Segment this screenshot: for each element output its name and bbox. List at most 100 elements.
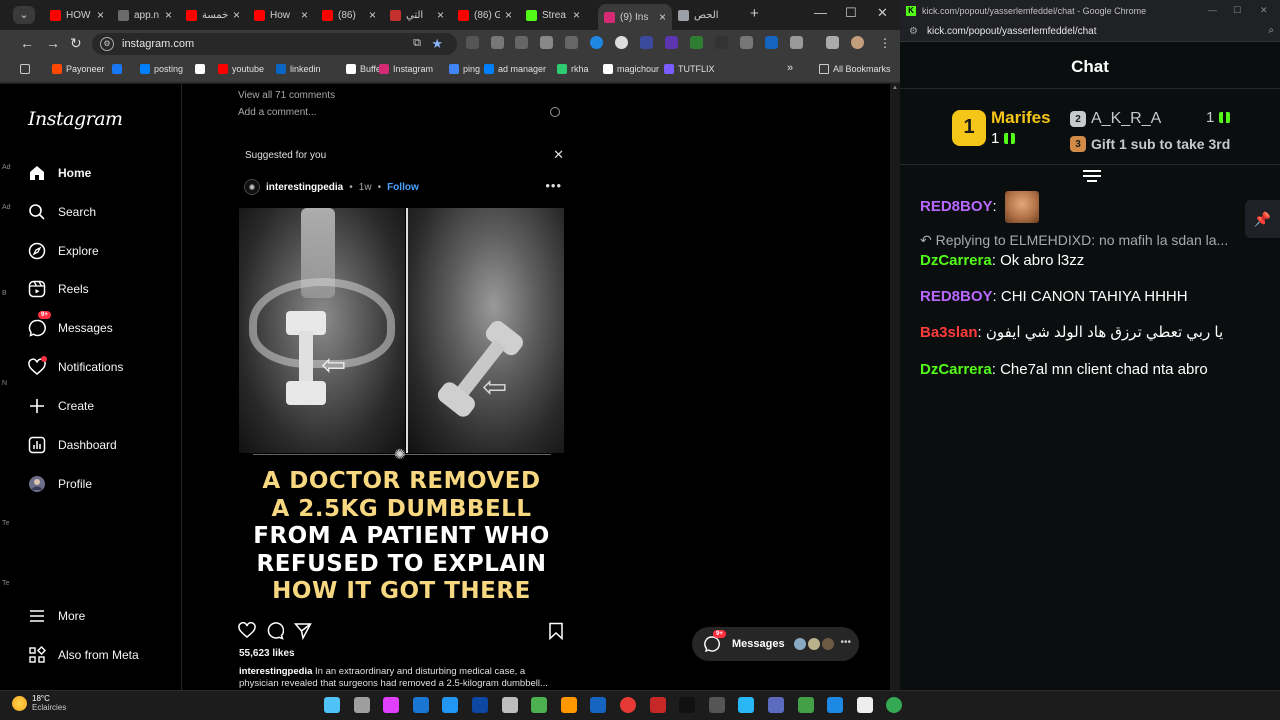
minimize-icon[interactable]: — xyxy=(814,5,827,20)
sidebar-item-also-from-meta[interactable]: Also from Meta xyxy=(28,643,139,667)
more-bookmarks-button[interactable]: » xyxy=(787,62,793,74)
app-icon[interactable] xyxy=(708,697,725,713)
bookmark-star-icon[interactable]: ★ xyxy=(431,36,443,52)
extension-icon[interactable] xyxy=(690,36,703,49)
messages-floating-button[interactable]: 9+ Messages ••• xyxy=(692,627,859,661)
extension-icon[interactable] xyxy=(715,36,728,49)
app-icon[interactable] xyxy=(768,697,784,713)
bookmark-item[interactable]: youtube xyxy=(218,64,264,74)
chat-username[interactable]: RED8BOY xyxy=(920,288,993,305)
browser-tab[interactable]: app.n × xyxy=(112,4,178,26)
minimize-icon[interactable]: — xyxy=(1208,5,1217,15)
app-icon[interactable] xyxy=(412,697,429,713)
emoji-icon[interactable] xyxy=(550,107,560,117)
chat-username[interactable]: RED8BOY xyxy=(920,198,993,215)
extensions-puzzle-icon[interactable] xyxy=(790,36,803,49)
sidebar-item-profile[interactable]: Profile xyxy=(28,472,92,496)
bookmark-item[interactable] xyxy=(112,64,122,74)
tab-close-icon[interactable]: × xyxy=(505,8,512,22)
sidebar-item-search[interactable]: Search xyxy=(28,200,96,224)
browser-tab[interactable]: HOW × xyxy=(44,4,110,26)
collapse-leaderboard-icon[interactable] xyxy=(1083,170,1101,184)
zoom-icon[interactable]: ⌕ xyxy=(1268,25,1274,36)
sidebar-item-dashboard[interactable]: Dashboard xyxy=(28,433,117,457)
app-icon[interactable] xyxy=(442,697,459,713)
top-gifter-2[interactable]: 2 A_K_R_A xyxy=(1070,110,1161,128)
extension-icon[interactable] xyxy=(740,36,753,49)
task-view-icon[interactable] xyxy=(353,697,370,713)
sidebar-item-more[interactable]: More xyxy=(28,604,85,628)
extension-icon[interactable] xyxy=(565,36,578,49)
reply-context[interactable]: ↶ Replying to ELMEHDIXD: no mafih la sda… xyxy=(920,232,1265,249)
store-icon[interactable] xyxy=(531,697,548,713)
media-icon[interactable] xyxy=(826,36,839,49)
follow-button[interactable]: Follow xyxy=(387,182,419,193)
app-icon[interactable] xyxy=(649,697,666,713)
app-icon[interactable] xyxy=(827,697,844,713)
bookmark-item[interactable] xyxy=(195,64,205,74)
sidebar-item-messages[interactable]: 9+ Messages xyxy=(28,311,113,340)
forward-button[interactable]: → xyxy=(46,35,60,51)
new-tab-button[interactable]: + xyxy=(750,5,759,22)
sidebar-item-reels[interactable]: Reels xyxy=(28,277,89,301)
all-bookmarks-folder[interactable]: All Bookmarks xyxy=(819,64,891,74)
back-button[interactable]: ← xyxy=(20,35,34,51)
view-comments-link[interactable]: View all 71 comments xyxy=(238,90,335,101)
file-explorer-icon[interactable] xyxy=(501,697,518,713)
close-suggestions-icon[interactable]: ✕ xyxy=(553,147,564,163)
chrome-icon[interactable] xyxy=(886,697,903,713)
opera-icon[interactable] xyxy=(620,697,636,713)
page-scrollbar[interactable]: ▲ xyxy=(890,84,900,690)
top-gifter-3-slot[interactable]: 3 Gift 1 sub to take 3rd xyxy=(1070,136,1230,152)
browser-tab[interactable]: (86) × xyxy=(316,4,382,26)
outlook-icon[interactable] xyxy=(590,697,607,713)
close-window-icon[interactable]: ✕ xyxy=(877,5,888,21)
extension-icon[interactable] xyxy=(466,36,479,49)
post-image[interactable]: ⇦ ⇦ ✺ A DOCTOR REMOVED A 2.5KG DUMBBELL FR… xyxy=(239,208,564,614)
address-bar[interactable]: ⚙ instagram.com ⧉ ★ xyxy=(92,33,457,55)
extension-icon[interactable] xyxy=(515,36,528,49)
chat-username[interactable]: DzCarrera xyxy=(920,252,992,269)
maximize-icon[interactable]: ☐ xyxy=(845,5,857,21)
profile-avatar-icon[interactable] xyxy=(851,36,864,49)
bookmark-item[interactable]: ad manager xyxy=(484,64,546,74)
tab-close-icon[interactable]: × xyxy=(369,8,376,22)
extension-icon[interactable] xyxy=(540,36,553,49)
copilot-icon[interactable] xyxy=(383,697,400,713)
tab-close-icon[interactable]: × xyxy=(165,8,172,22)
maximize-icon[interactable]: ☐ xyxy=(1233,5,1241,16)
telegram-icon[interactable] xyxy=(738,697,755,713)
browser-tab[interactable]: (86) G × xyxy=(452,4,518,26)
notion-icon[interactable] xyxy=(856,697,873,713)
more-dots-icon[interactable]: ••• xyxy=(840,637,851,648)
extension-icon[interactable] xyxy=(615,36,628,49)
browser-tab[interactable]: خمسة × xyxy=(180,4,246,26)
chat-username[interactable]: Ba3slan xyxy=(920,324,978,341)
tab-close-icon[interactable]: × xyxy=(233,8,240,22)
weather-widget[interactable]: 18°C Eclaircies xyxy=(12,694,66,712)
bookmark-item[interactable]: posting xyxy=(140,64,183,74)
extension-icon[interactable] xyxy=(640,36,653,49)
top-gifter-1[interactable]: 1 Marifes 1 xyxy=(952,108,1051,147)
bookmark-item[interactable]: Instagram xyxy=(379,64,433,74)
extension-icon[interactable] xyxy=(765,36,778,49)
browser-tab[interactable]: Strea × xyxy=(520,4,586,26)
comment-icon[interactable] xyxy=(266,622,284,640)
browser-tab[interactable]: How × xyxy=(248,4,314,26)
tiktok-icon[interactable] xyxy=(679,697,696,713)
install-app-icon[interactable]: ⧉ xyxy=(413,37,421,50)
caption-username[interactable]: interestingpedia xyxy=(239,666,312,677)
app-icon[interactable] xyxy=(472,697,488,713)
add-comment-input[interactable]: Add a comment... xyxy=(238,107,316,118)
close-window-icon[interactable]: ✕ xyxy=(1260,5,1268,16)
bookmark-item[interactable]: ping xyxy=(449,64,480,74)
sidebar-item-create[interactable]: Create xyxy=(28,394,94,418)
like-heart-icon[interactable] xyxy=(238,622,256,640)
apps-grid-icon[interactable] xyxy=(20,64,30,74)
tab-close-icon[interactable]: × xyxy=(97,8,104,22)
app-icon[interactable] xyxy=(560,697,577,713)
post-avatar[interactable]: ✺ xyxy=(244,179,260,195)
browser-tab[interactable]: الحص xyxy=(672,4,738,26)
bookmark-item[interactable]: linkedin xyxy=(276,64,321,74)
tab-close-icon[interactable]: × xyxy=(659,10,666,24)
